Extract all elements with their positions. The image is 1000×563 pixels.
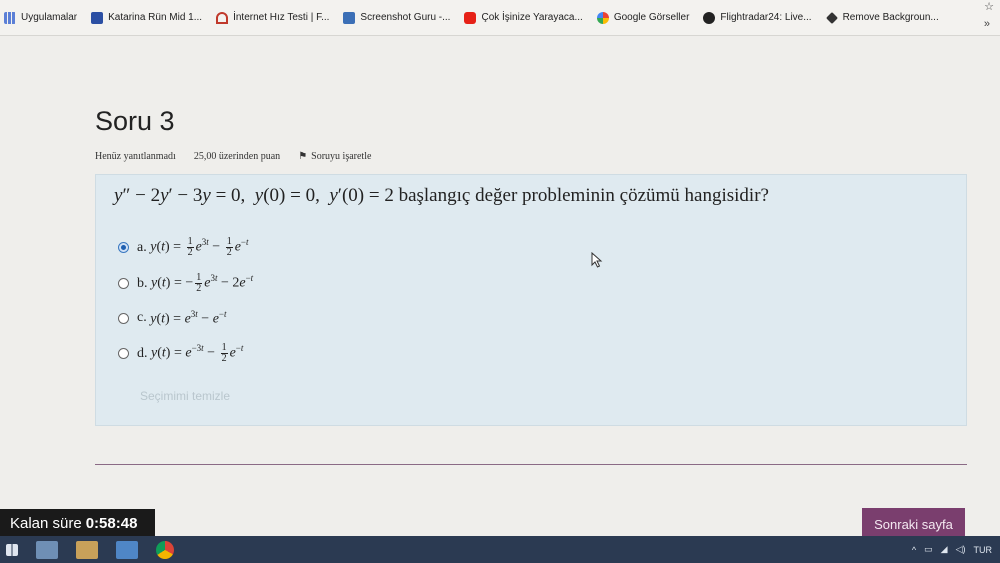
question-status: Henüz yanıtlanmadı: [95, 151, 176, 162]
question-box: y″ − 2y′ − 3y = 0, y(0) = 0, y′(0) = 2 b…: [95, 174, 967, 426]
divider: [95, 464, 967, 465]
remaining-time-badge: Kalan süre 0:58:48: [0, 509, 155, 537]
option-c[interactable]: c. y(t) = e3t − e−t: [118, 309, 227, 328]
option-a[interactable]: a. y(t) = 1 2 e3t − 1 2 e−t: [118, 237, 249, 258]
question-text: y″ − 2y′ − 3y = 0, y(0) = 0, y′(0) = 2 b…: [114, 185, 769, 207]
chrome-icon[interactable]: [156, 540, 174, 559]
option-d-formula: y(t) = e−3t − 1 2 e−t: [151, 342, 244, 364]
bookmarks-bar: Uygulamalar Katarina Rün Mid 1... İntern…: [0, 0, 1000, 36]
flag-icon: ⚑: [298, 151, 308, 162]
option-b-letter: b.: [137, 275, 148, 291]
flag-question-link[interactable]: ⚑ Soruyu işaretle: [298, 151, 371, 162]
bookmark-page-icon: [91, 11, 104, 24]
quiz-page: Soru 3 Henüz yanıtlanmadı 25,00 üzerinde…: [0, 36, 1000, 540]
bookmarks-more-button[interactable]: »: [984, 18, 990, 30]
google-icon: [596, 11, 609, 24]
option-b-formula: y(t) = −1 2 e3t − 2e−t: [151, 272, 254, 294]
option-c-letter: c.: [137, 310, 147, 326]
question-title: Soru 3: [95, 106, 175, 136]
question-meta: Henüz yanıtlanmadı 25,00 üzerinden puan …: [95, 151, 371, 162]
option-a-letter: a.: [137, 239, 147, 255]
language-indicator[interactable]: TUR: [974, 545, 993, 555]
timer-value: 0:58:48: [85, 514, 138, 532]
remove-bg-icon: [825, 11, 838, 24]
option-d[interactable]: d. y(t) = e−3t − 1 2 e−t: [118, 343, 243, 364]
clear-choice-link[interactable]: Seçimimi temizle: [140, 389, 230, 403]
bookmark-screenshot-guru[interactable]: Screenshot Guru -...: [343, 11, 450, 24]
option-b-radio[interactable]: [118, 278, 129, 289]
question-equation: y″ − 2y′ − 3y = 0, y(0) = 0, y′(0) = 2: [114, 185, 394, 206]
option-c-formula: y(t) = e3t − e−t: [150, 309, 227, 327]
youtube-icon: [464, 11, 477, 24]
windows-start-icon[interactable]: [6, 543, 18, 556]
apps-grid-icon: [4, 11, 16, 24]
bookmark-youtube[interactable]: Çok İşinize Yarayaca...: [464, 11, 583, 24]
speedtest-icon: [216, 11, 229, 24]
volume-icon[interactable]: ◁): [956, 544, 966, 555]
star-icon[interactable]: ☆: [984, 0, 994, 13]
mail-icon[interactable]: [116, 540, 138, 559]
option-a-formula: y(t) = 1 2 e3t − 1 2 e−t: [150, 236, 249, 258]
tray-arrow-icon[interactable]: ^: [912, 545, 916, 555]
option-a-radio[interactable]: [118, 242, 129, 253]
taskbar: ^ ▭ ◢ ◁) TUR: [0, 536, 1000, 563]
bookmark-google-images[interactable]: Google Görseller: [596, 11, 689, 24]
bookmark-speedtest[interactable]: İnternet Hız Testi | F...: [216, 11, 329, 24]
bookmark-flightradar[interactable]: Flightradar24: Live...: [703, 11, 812, 24]
network-icon[interactable]: ◢: [941, 544, 948, 555]
bookmark-remove-bg[interactable]: Remove Backgroun...: [825, 11, 939, 24]
question-points: 25,00 üzerinden puan: [193, 151, 281, 162]
option-b[interactable]: b. y(t) = −1 2 e3t − 2e−t: [118, 273, 253, 294]
bookmark-apps[interactable]: Uygulamalar: [4, 11, 77, 24]
bookmark-katarina[interactable]: Katarina Rün Mid 1...: [91, 11, 202, 24]
mouse-cursor-icon: [591, 252, 603, 268]
screenshot-guru-icon: [343, 11, 356, 24]
timer-label: Kalan süre: [10, 514, 82, 532]
battery-icon[interactable]: ▭: [924, 544, 933, 555]
question-prompt: başlangıç değer probleminin çözümü hangi…: [398, 185, 769, 206]
flightradar-icon: [703, 11, 716, 24]
option-d-letter: d.: [137, 345, 148, 361]
desktop-icon[interactable]: [36, 540, 58, 559]
system-tray: ^ ▭ ◢ ◁) TUR: [912, 536, 992, 563]
store-icon[interactable]: [76, 540, 98, 559]
option-c-radio[interactable]: [118, 312, 129, 324]
option-d-radio[interactable]: [118, 348, 129, 359]
